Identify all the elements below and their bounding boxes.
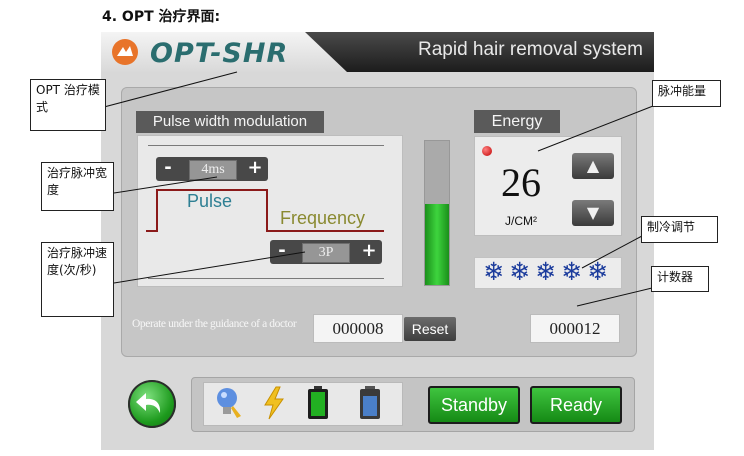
callout-cooling: 制冷调节 <box>641 216 718 243</box>
callout-pulse-speed: 治疗脉冲速度(次/秒) <box>41 242 114 317</box>
callout-counter: 计数器 <box>651 266 709 292</box>
callout-treatment-mode: OPT 治疗模式 <box>30 79 106 131</box>
callout-pulse-width: 治疗脉冲宽度 <box>41 162 114 211</box>
callout-pulse-energy: 脉冲能量 <box>652 80 721 107</box>
callout-leader-lines <box>103 71 654 307</box>
